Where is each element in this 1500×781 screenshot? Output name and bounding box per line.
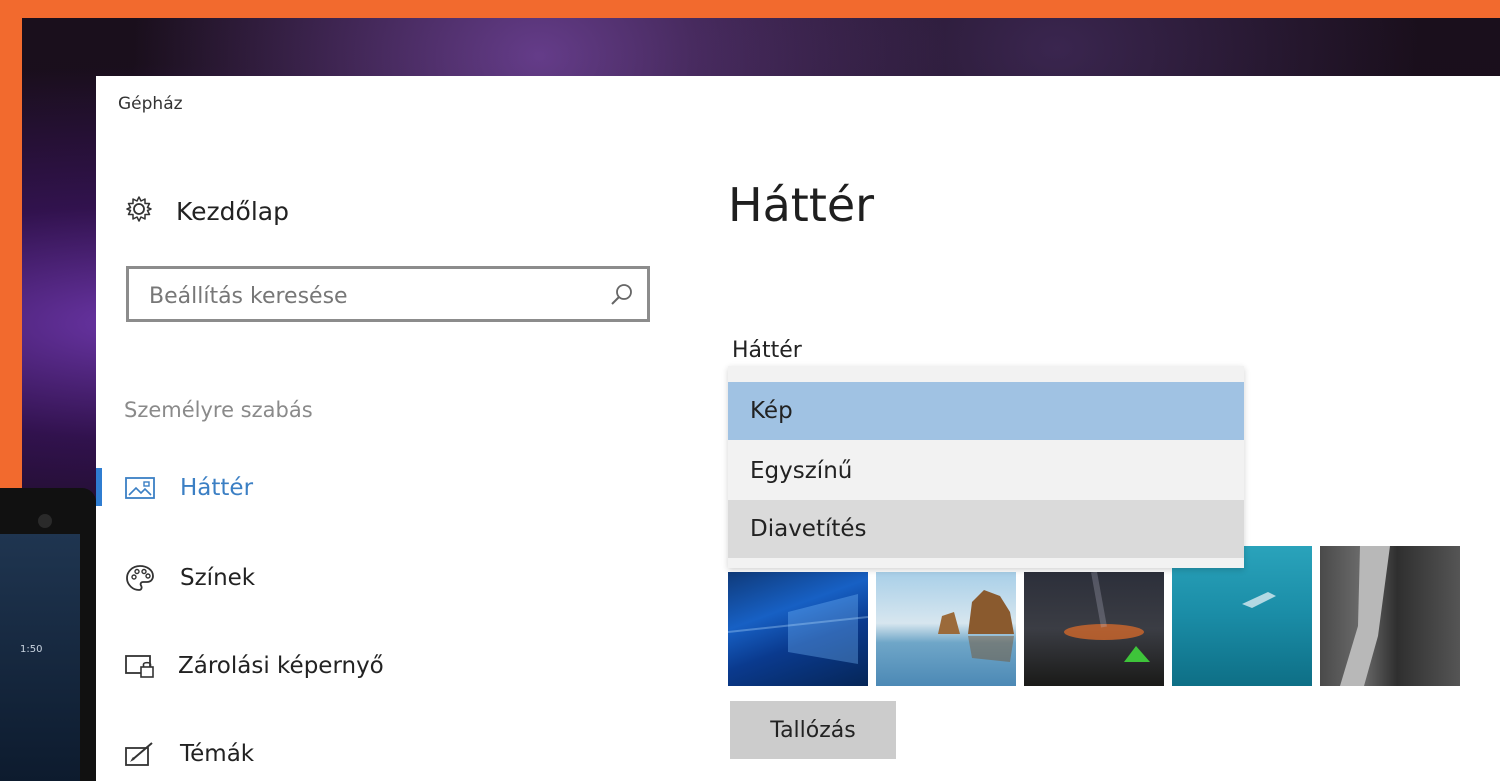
windows-hero-wallpaper[interactable] [728,572,868,686]
page-title: Háttér [728,178,875,232]
themes-icon [124,740,158,768]
beach-rocks-wallpaper[interactable] [876,572,1016,686]
home-nav-item[interactable]: Kezdőlap [124,194,289,228]
sidebar-item-label: Zárolási képernyő [178,653,384,679]
phone-camera [38,514,52,528]
sidebar-item-label: Témák [180,741,255,767]
browse-button[interactable]: Tallózás [730,701,896,759]
sidebar-item-lock-screen[interactable]: Zárolási képernyő [96,640,384,692]
search-input[interactable] [147,279,591,313]
home-label: Kezdőlap [176,196,289,226]
selection-indicator [96,468,102,506]
dropdown-option-slideshow[interactable]: Diavetítés [728,500,1244,558]
picture-icon [124,475,158,501]
sidebar-item-themes[interactable]: Témák [96,728,266,780]
search-icon[interactable] [609,282,635,312]
settings-window: Gépház Kezdőlap Személyre szabás [96,76,1500,781]
background-field-label: Háttér [732,338,802,363]
rock-cliff-wallpaper[interactable] [1320,546,1460,686]
sidebar-item-colors[interactable]: Színek [96,552,266,604]
night-tent-wallpaper[interactable] [1024,572,1164,686]
dropdown-option-solid-color[interactable]: Egyszínű [728,442,1244,500]
sidebar-item-label: Háttér [180,475,254,501]
section-heading: Személyre szabás [124,398,313,422]
background-type-dropdown-list[interactable]: Kép Egyszínű Diavetítés [728,366,1244,568]
phone-device: 1:50 [0,488,96,781]
lock-screen-icon [124,652,156,680]
window-title: Gépház [118,94,183,114]
phone-screen: 1:50 [0,534,80,781]
gear-icon [124,194,154,228]
search-box[interactable] [126,266,650,322]
phone-time: 1:50 [20,644,43,655]
sidebar-item-label: Színek [180,565,256,591]
sidebar-item-background[interactable]: Háttér [96,462,266,514]
palette-icon [124,563,158,593]
dropdown-option-picture[interactable]: Kép [728,382,1244,440]
